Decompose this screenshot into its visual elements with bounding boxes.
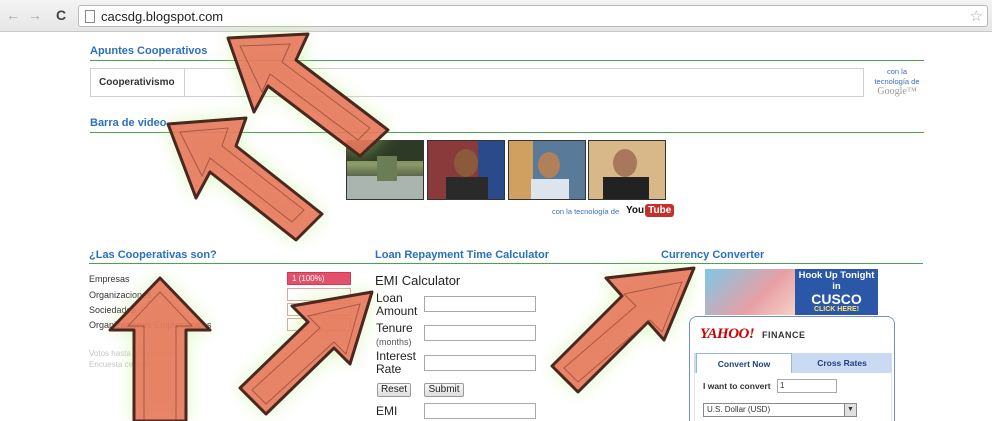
yahoo-finance-widget: YAHOO! FINANCE Convert Now Cross Rates I… xyxy=(689,316,895,421)
page-icon xyxy=(85,10,95,23)
ad-line3: CLICK HERE! xyxy=(813,306,860,313)
forward-icon[interactable]: → xyxy=(28,8,42,22)
converter-tabs: Convert Now Cross Rates xyxy=(694,353,892,373)
submit-button[interactable]: Submit xyxy=(424,383,464,397)
address-bar[interactable]: cacsdg.blogspot.com ☆ xyxy=(78,5,988,27)
section-title-cooperativas[interactable]: ¿Las Cooperativas son? xyxy=(89,249,217,261)
section-title-currency[interactable]: Currency Converter xyxy=(661,249,764,261)
convert-label: I want to convert xyxy=(703,381,771,391)
tenure-label: Tenure (months) xyxy=(376,322,420,349)
ad-line2: CUSCO xyxy=(811,291,862,307)
video-thumbnail-3[interactable] xyxy=(508,140,586,200)
arrow-icon xyxy=(166,116,324,242)
youtube-logo-you: You xyxy=(626,205,645,216)
reload-icon[interactable]: C xyxy=(56,8,66,22)
bookmark-star-icon[interactable]: ☆ xyxy=(970,7,983,25)
banner-ad[interactable]: Hook Up Tonight in CUSCO CLICK HERE! xyxy=(705,269,878,315)
currency-select[interactable]: U.S. Dollar (USD) ▼ xyxy=(703,403,857,417)
poll-result-bar xyxy=(287,288,351,301)
search-tab-cooperativismo[interactable]: Cooperativismo xyxy=(91,69,185,96)
google-logo: Google™ xyxy=(877,86,917,97)
chevron-down-icon[interactable]: ▼ xyxy=(844,404,856,416)
speaker-scene xyxy=(509,141,585,199)
section-title-apuntes[interactable]: Apuntes Cooperativos xyxy=(90,45,207,57)
section-title-barra[interactable]: Barra de video xyxy=(90,117,166,129)
emi-label: EMI xyxy=(376,404,398,418)
ad-text: Hook Up Tonight in CUSCO CLICK HERE! xyxy=(795,269,878,315)
video-thumbnail-1[interactable] xyxy=(346,140,424,200)
poll-option: Organizaciones Empresariales xyxy=(89,320,212,330)
back-icon[interactable]: ← xyxy=(6,8,20,22)
tab-convert-now[interactable]: Convert Now xyxy=(696,353,792,373)
interest-rate-input[interactable] xyxy=(424,355,536,371)
browser-toolbar: ← → C cacsdg.blogspot.com ☆ xyxy=(0,0,992,32)
tab-cross-rates[interactable]: Cross Rates xyxy=(794,353,890,373)
speaker-scene xyxy=(428,141,504,199)
section-divider xyxy=(90,132,924,133)
poll-result-bar: 1 (100%) xyxy=(287,272,351,285)
reset-button[interactable]: Reset xyxy=(377,383,411,397)
section-divider xyxy=(90,60,924,61)
youtube-caption: con la tecnología de xyxy=(552,207,620,216)
powered-by-google: con la tecnología de Google™ xyxy=(868,67,926,97)
yahoo-finance-header: YAHOO! FINANCE xyxy=(690,317,894,353)
poll-option: Organizaciones xyxy=(89,290,152,300)
arrow-icon xyxy=(550,266,696,394)
speaker-scene xyxy=(589,141,665,199)
poll-result-bar xyxy=(287,303,351,316)
video-thumbnail-4[interactable] xyxy=(588,140,666,200)
tenure-unit: (months) xyxy=(376,337,412,347)
loan-amount-input[interactable] xyxy=(424,296,536,312)
youtube-logo-tube: Tube xyxy=(645,204,675,217)
tenure-label-text: Tenure xyxy=(376,321,413,335)
poll-option: Empresas xyxy=(89,274,130,284)
river-scene xyxy=(347,141,423,199)
poll-status: Encuesta cerrada xyxy=(89,360,152,369)
section-divider xyxy=(89,263,923,264)
loan-amount-label: Loan Amount xyxy=(376,291,418,318)
currency-select-value: U.S. Dollar (USD) xyxy=(707,405,771,414)
finance-label: FINANCE xyxy=(762,330,806,340)
ad-line1: Hook Up Tonight in xyxy=(798,270,875,292)
poll-option: Sociedades xyxy=(89,305,137,315)
poll-vote-count: Votos hasta el momento: 1 xyxy=(89,349,184,358)
poll-result-bar xyxy=(287,318,351,331)
emi-output[interactable] xyxy=(424,403,536,419)
url-text[interactable]: cacsdg.blogspot.com xyxy=(101,9,223,24)
yahoo-logo[interactable]: YAHOO! xyxy=(700,326,755,343)
calculator-title: EMI Calculator xyxy=(375,273,461,288)
powered-line1: con la xyxy=(886,67,907,76)
video-thumbnail-2[interactable] xyxy=(427,140,505,200)
converter-body: I want to convert 1 U.S. Dollar (USD) ▼ xyxy=(694,373,892,421)
ad-image xyxy=(705,269,797,315)
tenure-input[interactable] xyxy=(424,325,536,341)
youtube-logo[interactable]: You Tube xyxy=(625,204,675,219)
interest-rate-label: Interest Rate xyxy=(376,349,417,376)
amount-input[interactable]: 1 xyxy=(777,379,837,393)
custom-search-bar: Cooperativismo xyxy=(90,68,864,97)
section-title-loan[interactable]: Loan Repayment Time Calculator xyxy=(375,249,549,261)
